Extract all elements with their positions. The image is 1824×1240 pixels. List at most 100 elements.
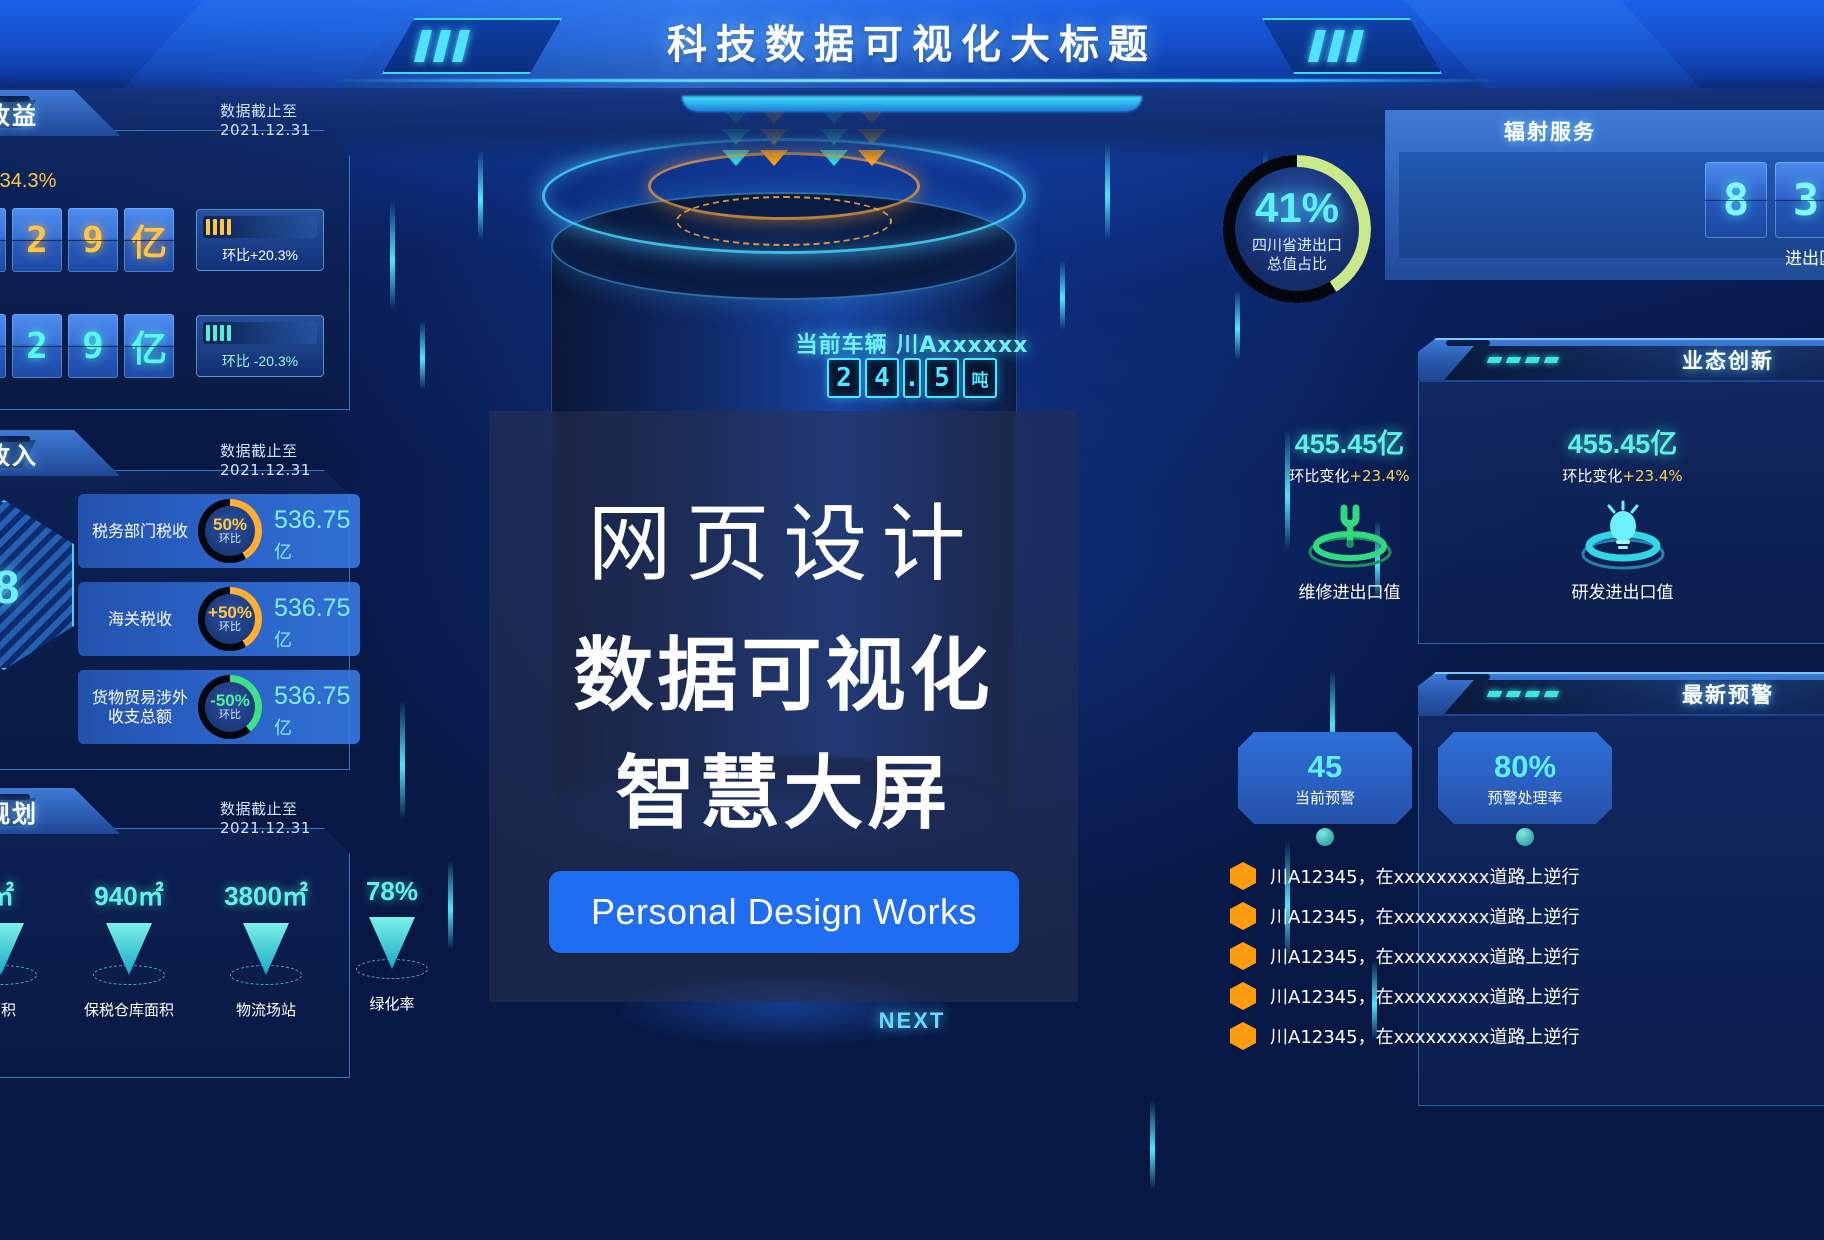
panel-innovation: 业态创新 455.45亿 环比变化+23.4% 维修进出口值 455.45亿 环… bbox=[1289, 372, 1824, 644]
plan-metric: 78% 绿化率 bbox=[348, 876, 436, 1020]
revenue-chip: 环比 -20.3% bbox=[196, 315, 324, 377]
vehicle-unit: 吨 bbox=[963, 358, 997, 398]
kpi-value: 80% bbox=[1493, 748, 1557, 784]
revenue-unit: 亿 bbox=[124, 314, 174, 378]
top-banner: 科技数据可视化大标题 bbox=[0, 0, 1824, 92]
panel-revenue: 收益 数据截止至 2021.12.31 +34.3% . 2 9 亿 环比+20… bbox=[0, 130, 350, 410]
innovation-change: 环比变化-23.4% bbox=[1759, 465, 1824, 486]
revenue-row: . 2 9 亿 环比+20.3% bbox=[0, 208, 324, 272]
mini-gauge-inner: 50% 环比 bbox=[205, 506, 255, 556]
gauge-sublabel-line1: 四川省进出口 bbox=[1251, 236, 1342, 255]
cover-line2: 数据可视化 bbox=[573, 629, 994, 722]
decor-tick bbox=[478, 150, 483, 240]
panel-income-caption: 数据截止至 2021.12.31 bbox=[220, 442, 311, 479]
plan-metric-value: ㎡ bbox=[0, 881, 14, 911]
warning-text: 川A12345，在xxxxxxxxx道路上逆行 bbox=[1270, 1027, 1580, 1048]
warning-kpis: 45 当前预警 80% 预警处理率 bbox=[1238, 732, 1612, 846]
decor-tick bbox=[448, 860, 453, 950]
mini-gauge: 50% 环比 bbox=[198, 499, 262, 563]
vehicle-digit: 4 bbox=[865, 358, 899, 398]
cover-cta-button[interactable]: Personal Design Works bbox=[549, 871, 1019, 953]
revenue-digit: . bbox=[0, 314, 6, 378]
income-row: 税务部门税收 50% 环比 536.75 亿 bbox=[78, 494, 360, 568]
tax-value: 536.75 bbox=[274, 594, 351, 622]
cover-line1: 网页设计 bbox=[587, 495, 980, 593]
list-item[interactable]: 川A12345，在xxxxxxxxx道路上逆行 bbox=[1230, 942, 1579, 970]
tax-gauge-label: 环比 bbox=[219, 621, 241, 634]
cone-ring bbox=[0, 965, 37, 985]
chip-fill bbox=[206, 325, 234, 341]
innovation-change-prefix: 环比变化 bbox=[1562, 467, 1623, 485]
list-item[interactable]: 川A12345，在xxxxxxxxx道路上逆行 bbox=[1230, 902, 1579, 930]
tax-name: 税务部门税收 bbox=[91, 521, 188, 541]
list-item[interactable]: 川A12345，在xxxxxxxxx道路上逆行 bbox=[1230, 1022, 1579, 1050]
revenue-growth: +34.3% bbox=[0, 170, 57, 192]
tax-unit: 亿 bbox=[274, 542, 292, 562]
innovation-value: 455.45亿 bbox=[1567, 429, 1678, 459]
kpi-card: 80% 预警处理率 bbox=[1438, 732, 1612, 824]
dashboard-root: 当前车辆 川Axxxxxx 2 4 . 5 吨 NEXT 科技数据可视化大标题 bbox=[0, 0, 1824, 1240]
revenue-digit: 2 bbox=[12, 208, 62, 272]
warning-text: 川A12345，在xxxxxxxxx道路上逆行 bbox=[1270, 867, 1580, 888]
hexagon-icon bbox=[1230, 862, 1256, 890]
income-row: 货物贸易涉外收支总额 -50% 环比 536.75 亿 bbox=[78, 670, 360, 744]
plan-metric-label: 保税仓库面积 bbox=[83, 1001, 174, 1019]
tax-unit: 亿 bbox=[274, 718, 292, 738]
list-item[interactable]: 川A12345，在xxxxxxxxx道路上逆行 bbox=[1230, 862, 1579, 890]
innovation-item: 455.45亿 环比变化+23.4% 研发进出口值 bbox=[1486, 422, 1759, 603]
bulb-icon bbox=[1575, 500, 1671, 570]
gauge-core: 41% 四川省进出口 总值占比 bbox=[1235, 167, 1359, 291]
list-item[interactable]: 川A12345，在xxxxxxxxx道路上逆行 bbox=[1230, 982, 1579, 1010]
page-title: 科技数据可视化大标题 bbox=[667, 22, 1157, 68]
tax-gauge: 50% 环比 bbox=[198, 499, 262, 563]
chip-track bbox=[203, 216, 317, 238]
tax-gauge-pct: +50% bbox=[208, 603, 252, 623]
radiation-digits: 8 3 4 bbox=[1705, 162, 1824, 238]
revenue-chip-label: 环比 -20.3% bbox=[221, 353, 299, 369]
tax-value: 536.75 bbox=[274, 682, 351, 710]
radiation-digit: 3 bbox=[1775, 162, 1824, 238]
mini-gauge: -50% 环比 bbox=[198, 675, 262, 739]
innovation-items: 455.45亿 环比变化+23.4% 维修进出口值 455.45亿 环比变化+2… bbox=[1213, 422, 1824, 603]
hexagon-icon bbox=[1230, 942, 1256, 970]
kpi-label: 预警处理率 bbox=[1487, 788, 1563, 807]
panel-warning: 最新预警 45 当前预警 80% 预警处理率 川A12345，在xxxxxxxx… bbox=[1230, 706, 1824, 1106]
revenue-digit: . bbox=[0, 208, 6, 272]
hexagon-icon bbox=[1230, 1022, 1256, 1050]
mini-gauge: +50% 环比 bbox=[198, 587, 262, 651]
tax-value: 536.75 bbox=[274, 506, 351, 534]
tax-row: 海关税收 +50% 环比 536.75 亿 bbox=[78, 582, 360, 656]
warning-text: 川A12345，在xxxxxxxxx道路上逆行 bbox=[1270, 947, 1580, 968]
panel-innovation-title: 业态创新 bbox=[1682, 349, 1774, 373]
decor-tick bbox=[1150, 1100, 1155, 1190]
gauge-sublabel: 四川省进出口 总值占比 bbox=[1252, 236, 1342, 274]
dashed-ring bbox=[676, 196, 892, 246]
innovation-item: 455.45亿 环比变化-23.4% $ 租赁进出口值 bbox=[1759, 422, 1824, 603]
gauge-sublabel-line2: 总值占比 bbox=[1266, 255, 1327, 273]
mini-gauge-inner: -50% 环比 bbox=[205, 682, 255, 732]
radiation-digits-label: 进出区货 bbox=[1785, 249, 1824, 269]
panel-plan-caption: 数据截止至 2021.12.31 bbox=[220, 800, 311, 837]
income-hex-number: 78 bbox=[0, 561, 20, 613]
revenue-digit: 9 bbox=[68, 314, 118, 378]
plan-metric: 3800㎡ 物流场站 bbox=[214, 876, 318, 1020]
kpi-dot bbox=[1516, 828, 1534, 846]
warning-kpi: 45 当前预警 bbox=[1238, 732, 1412, 846]
tax-unit: 亿 bbox=[274, 630, 292, 650]
warning-text: 川A12345，在xxxxxxxxx道路上逆行 bbox=[1270, 907, 1580, 928]
revenue-chip: 环比+20.3% bbox=[196, 209, 324, 271]
panel-income: 收入 数据截止至 2021.12.31 78 税务部门税收 50% 环比 536… bbox=[0, 470, 360, 770]
vehicle-digit: 5 bbox=[925, 358, 959, 398]
panel-income-title: 收入 bbox=[0, 442, 38, 470]
plan-metric-value: 3800㎡ bbox=[224, 881, 308, 911]
tax-name: 海关税收 bbox=[107, 609, 172, 629]
plan-metric-value: 78% bbox=[365, 876, 419, 906]
panel-radiation: 辐射服务 8 3 4 进出区货 bbox=[1233, 110, 1824, 280]
radiation-gauge: 41% 四川省进出口 总值占比 bbox=[1209, 141, 1385, 317]
plan-metric-label: 绿化率 bbox=[369, 995, 415, 1013]
decor-tick bbox=[390, 200, 395, 310]
revenue-digit: 2 bbox=[12, 314, 62, 378]
revenue-digit: 9 bbox=[68, 208, 118, 272]
innovation-change-prefix: 环比变化 bbox=[1289, 467, 1350, 485]
cover-overlay: 网页设计 数据可视化 智慧大屏 Personal Design Works bbox=[489, 411, 1078, 1002]
